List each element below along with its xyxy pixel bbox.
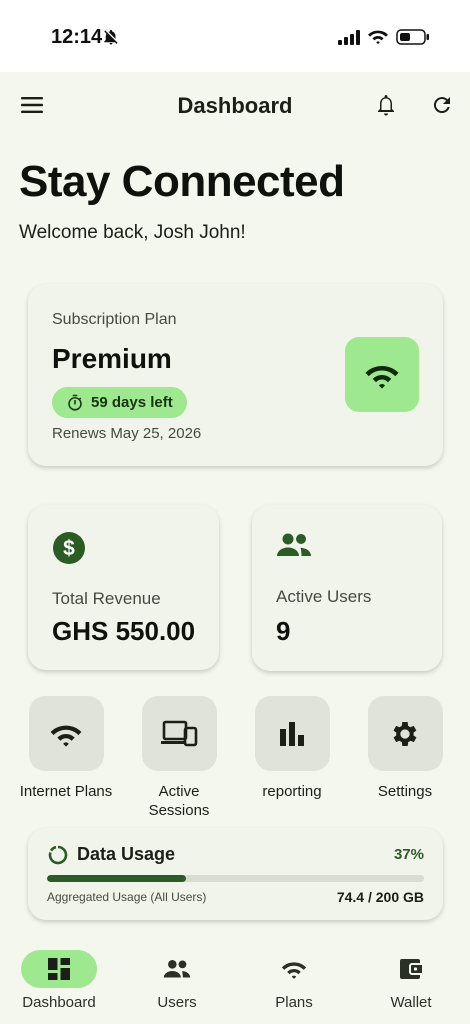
active-users-card[interactable]: Active Users 9	[252, 505, 442, 671]
data-usage-icon	[48, 845, 68, 870]
nav-users-label: Users	[157, 994, 197, 1011]
status-time: 12:14	[51, 26, 103, 48]
nav-wallet[interactable]: Wallet	[352, 950, 470, 1011]
wifi-icon	[50, 725, 82, 747]
cellular-signal-icon	[338, 30, 362, 50]
wallet-icon	[400, 959, 422, 979]
dashboard-icon	[48, 958, 70, 980]
subscription-wifi-tile	[345, 337, 419, 412]
quick-action-active-sessions[interactable]: Active Sessions	[123, 696, 235, 820]
quick-action-reporting[interactable]: reporting	[236, 696, 348, 801]
active-users-label: Active Users	[276, 587, 372, 606]
subscription-card[interactable]: Subscription Plan Premium 59 days left R…	[28, 284, 443, 466]
data-usage-card[interactable]: Data Usage 37% Aggregated Usage (All Use…	[28, 828, 443, 920]
status-bar: 12:14	[0, 0, 470, 72]
nav-dashboard-label: Dashboard	[22, 994, 96, 1011]
nav-wallet-label: Wallet	[390, 994, 432, 1011]
active-users-value: 9	[276, 616, 291, 646]
data-usage-title: Data Usage	[77, 844, 176, 864]
wifi-status-icon	[367, 27, 389, 50]
people-icon	[163, 960, 191, 978]
bell-icon	[378, 95, 394, 116]
notifications-button[interactable]	[374, 92, 398, 123]
data-usage-percent: 37%	[393, 846, 424, 863]
total-revenue-value: GHS 550.00	[52, 616, 196, 646]
dollar-icon: $	[52, 531, 86, 570]
active-sessions-tile[interactable]	[141, 696, 217, 771]
reporting-tile[interactable]	[254, 696, 330, 771]
renewal-date: Renews May 25, 2026	[52, 425, 202, 442]
nav-users-indicator	[139, 950, 215, 988]
battery-icon	[396, 29, 430, 50]
people-icon	[276, 531, 312, 564]
data-usage-progress-fill	[47, 875, 187, 882]
svg-text:$: $	[63, 537, 75, 560]
devices-icon	[161, 720, 198, 746]
days-left-text: 59 days left	[91, 394, 173, 411]
nav-dashboard[interactable]: Dashboard	[0, 950, 118, 1011]
refresh-icon	[433, 97, 450, 114]
bell-off-icon	[102, 28, 120, 51]
wifi-icon	[281, 962, 307, 979]
total-revenue-card[interactable]: $ Total Revenue GHS 550.00	[28, 505, 219, 670]
subscription-plan-name: Premium	[52, 343, 172, 374]
nav-plans[interactable]: Plans	[235, 950, 353, 1011]
nav-plans-indicator	[256, 950, 332, 988]
app-bar: Dashboard	[0, 72, 470, 138]
data-usage-progress-bar	[47, 875, 424, 882]
total-revenue-label: Total Revenue	[52, 589, 161, 608]
timer-icon	[68, 394, 82, 411]
refresh-button[interactable]	[430, 93, 454, 122]
active-sessions-label: Active Sessions	[148, 783, 210, 819]
settings-label: Settings	[377, 783, 433, 800]
gear-icon	[393, 721, 417, 746]
quick-action-settings[interactable]: Settings	[349, 696, 461, 801]
data-usage-subtitle: Aggregated Usage (All Users)	[47, 890, 207, 904]
internet-plans-tile[interactable]	[28, 696, 104, 771]
nav-wallet-indicator	[373, 950, 449, 988]
days-left-badge: 59 days left	[52, 387, 187, 418]
settings-tile[interactable]	[367, 696, 443, 771]
data-usage-amount: 74.4 / 200 GB	[336, 889, 424, 905]
nav-dashboard-indicator	[21, 950, 97, 988]
nav-plans-label: Plans	[275, 994, 313, 1011]
bar-chart-icon	[280, 721, 304, 746]
welcome-message: Welcome back, Josh John!	[19, 222, 246, 243]
page-title: Dashboard	[177, 93, 293, 118]
hero-title: Stay Connected	[19, 157, 345, 206]
bottom-navigation: Dashboard Users Plans Wallet	[0, 934, 470, 1024]
wifi-icon	[365, 365, 399, 388]
quick-action-internet-plans[interactable]: Internet Plans	[10, 696, 122, 801]
reporting-label: reporting	[262, 783, 322, 800]
subscription-label: Subscription Plan	[52, 311, 177, 328]
nav-users[interactable]: Users	[118, 950, 236, 1011]
internet-plans-label: Internet Plans	[19, 783, 113, 800]
